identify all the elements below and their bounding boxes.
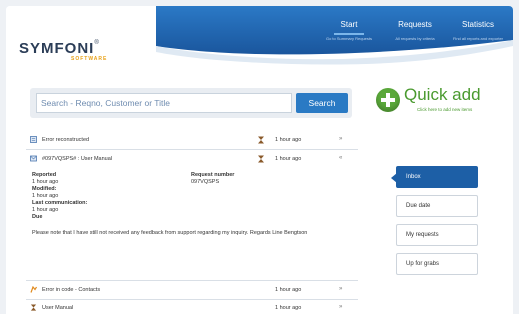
mail-icon (30, 155, 37, 162)
double-chevron-down-icon[interactable]: » (339, 286, 342, 292)
hourglass-icon (30, 304, 37, 311)
brand-name: SYMFONI (19, 40, 95, 57)
request-row[interactable]: Error reconstructed 1 hour ago » (26, 131, 358, 150)
due-label: Due (32, 214, 43, 220)
document-icon (30, 136, 37, 143)
request-detail: Reported 1 hour ago Modified: 1 hour ago… (26, 164, 358, 272)
menu-due-date-label: Due date (406, 203, 431, 209)
quick-add-title: Quick add (404, 85, 481, 104)
nav-requests-label: Requests (398, 20, 432, 29)
request-title: #097VQSPS# : User Manual (42, 156, 113, 162)
menu-due-date[interactable]: Due date (396, 195, 478, 217)
nav-start[interactable]: Start Go to Summary Requests (322, 20, 376, 41)
request-time: 1 hour ago (275, 156, 302, 162)
search-button[interactable]: Search (296, 93, 348, 113)
request-title: Error in code - Contacts (42, 287, 101, 293)
nav-statistics[interactable]: Statistics Find all reports and exporter (448, 20, 508, 41)
search-input[interactable]: Search - Reqno, Customer or Title (36, 93, 292, 113)
request-number-value: 097VQSPS (191, 179, 220, 185)
menu-my-requests-label: My requests (406, 232, 439, 238)
request-time: 1 hour ago (275, 137, 302, 143)
request-row[interactable]: User Manual 1 hour ago » (26, 299, 358, 314)
reported-value: 1 hour ago (32, 179, 59, 185)
menu-my-requests[interactable]: My requests (396, 224, 478, 246)
quick-add-button[interactable]: Quick add Click here to add new items (374, 82, 504, 120)
last-communication-label: Last communication: (32, 200, 88, 206)
request-time: 1 hour ago (275, 305, 302, 311)
hourglass-icon (258, 136, 264, 144)
nav-start-desc: Go to Summary Requests (325, 36, 373, 41)
menu-up-for-grabs[interactable]: Up for grabs (396, 253, 478, 275)
quick-add-hint: Click here to add new items (417, 107, 473, 112)
nav-active-indicator (334, 33, 364, 35)
double-chevron-down-icon[interactable]: » (339, 304, 342, 310)
search-bar: Search - Reqno, Customer or Title Search (30, 88, 352, 118)
brand-tagline: SOFTWARE (71, 56, 108, 62)
reported-label: Reported (32, 172, 57, 178)
header: SYMFONI® SOFTWARE Start Go to Summary Re… (6, 6, 513, 72)
nav-requests[interactable]: Requests All requests by criteria (384, 20, 446, 41)
plus-icon (376, 88, 400, 112)
modified-value: 1 hour ago (32, 193, 59, 199)
request-title: Error reconstructed (42, 137, 90, 143)
request-row[interactable]: Error in code - Contacts 1 hour ago » (26, 280, 358, 300)
nav-start-label: Start (340, 20, 358, 29)
nav-statistics-label: Statistics (461, 20, 494, 29)
menu-up-for-grabs-label: Up for grabs (406, 261, 440, 267)
modified-label: Modified: (32, 186, 57, 192)
app-window: SYMFONI® SOFTWARE Start Go to Summary Re… (6, 6, 513, 314)
nav-requests-desc: All requests by criteria (395, 36, 435, 41)
hourglass-icon (258, 155, 264, 163)
double-chevron-up-icon[interactable]: « (339, 155, 342, 161)
menu-inbox[interactable]: Inbox (391, 166, 478, 188)
nav-statistics-desc: Find all reports and exporter (452, 36, 504, 41)
request-title: User Manual (42, 305, 74, 311)
brand-logo[interactable]: SYMFONI® SOFTWARE (19, 40, 106, 62)
request-number-label: Request number (191, 172, 235, 178)
menu-inbox-label: Inbox (406, 174, 421, 180)
last-communication-value: 1 hour ago (32, 207, 59, 213)
request-time: 1 hour ago (275, 287, 302, 293)
request-message: Please note that I have still not receiv… (32, 230, 308, 236)
bug-icon (30, 286, 37, 293)
double-chevron-down-icon[interactable]: » (339, 136, 342, 142)
